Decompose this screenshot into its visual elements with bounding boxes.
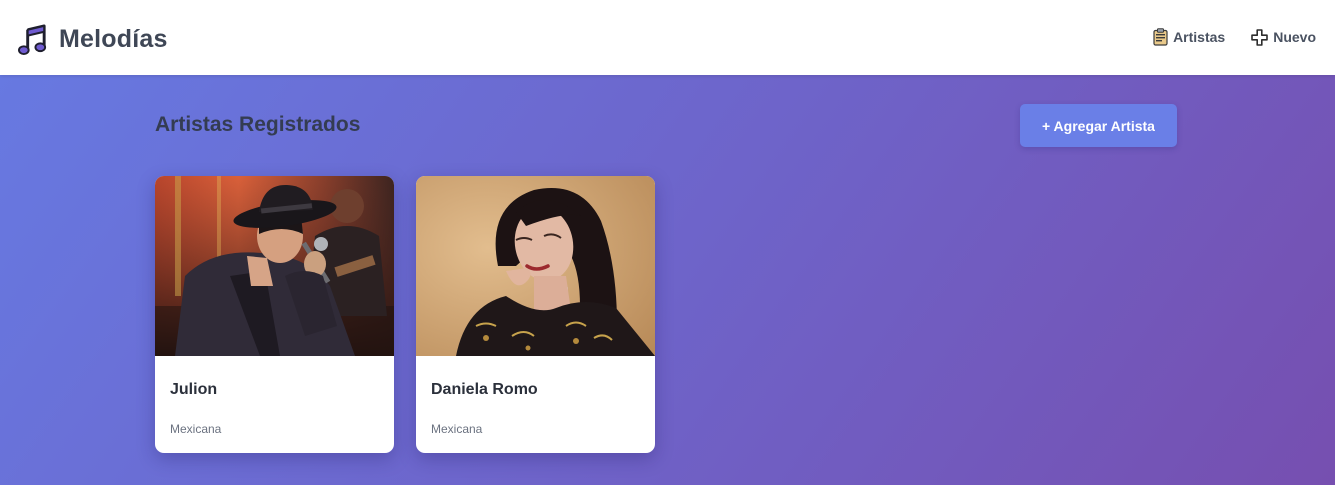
main-content: Artistas Registrados + Agregar Artista J… <box>0 75 1335 485</box>
brand-name: Melodías <box>59 24 168 53</box>
add-artist-button[interactable]: + Agregar Artista <box>1020 104 1177 147</box>
top-navbar: Melodías Artistas Nuevo <box>0 0 1335 75</box>
artist-card[interactable]: Daniela Romo Mexicana <box>416 176 655 453</box>
plus-icon <box>1251 28 1269 46</box>
brand[interactable]: Melodías <box>18 22 168 56</box>
artist-nationality: Mexicana <box>170 422 222 436</box>
nav-link-label: Artistas <box>1173 29 1226 45</box>
top-nav: Artistas Nuevo <box>1153 26 1316 48</box>
page-title: Artistas Registrados <box>155 113 361 136</box>
nav-link-label: Nuevo <box>1273 29 1316 45</box>
artist-photo-daniela-romo <box>416 176 655 356</box>
artist-card[interactable]: Julion Mexicana <box>155 176 394 453</box>
nav-link-nuevo[interactable]: Nuevo <box>1251 28 1316 46</box>
artist-name: Daniela Romo <box>431 381 538 398</box>
artist-photo-julion <box>155 176 394 356</box>
artist-nationality: Mexicana <box>431 422 483 436</box>
music-notes-icon <box>18 23 47 55</box>
artist-name: Julion <box>170 381 218 398</box>
nav-link-artistas[interactable]: Artistas <box>1153 28 1225 46</box>
clipboard-icon <box>1153 28 1168 46</box>
